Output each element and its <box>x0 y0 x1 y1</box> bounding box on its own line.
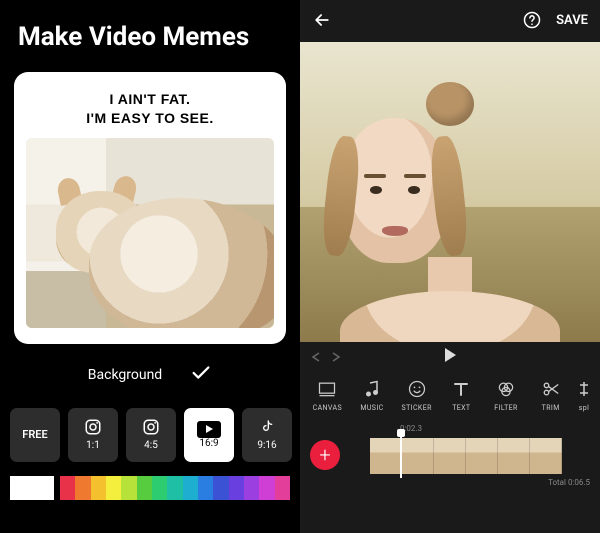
color-swatch[interactable] <box>183 476 198 500</box>
clip-thumbnail[interactable] <box>434 438 466 474</box>
save-button[interactable]: SAVE <box>556 13 588 28</box>
sticker-icon <box>407 379 427 399</box>
canvas-icon <box>317 380 337 398</box>
meme-maker-panel: Make Video Memes I AIN'T FAT. I'M EASY T… <box>0 0 300 533</box>
color-swatch-white[interactable] <box>10 476 54 500</box>
time-total: Total 0:06.5 <box>548 478 590 487</box>
color-swatch[interactable] <box>259 476 274 500</box>
timeline[interactable]: 0:02.3 + Total 0:06.5 <box>300 426 600 490</box>
color-swatch[interactable] <box>75 476 90 500</box>
youtube-icon <box>197 421 221 438</box>
meme-caption: I AIN'T FAT. I'M EASY TO SEE. <box>26 84 274 138</box>
undo-button[interactable] <box>310 348 324 367</box>
redo-button[interactable] <box>328 348 342 367</box>
color-swatch[interactable] <box>60 476 75 500</box>
back-button[interactable] <box>312 10 332 30</box>
video-editor-panel: SAVE CANVAS MUSIC <box>300 0 600 533</box>
instagram-icon <box>84 418 102 436</box>
play-icon <box>443 347 457 363</box>
color-picker-strip[interactable] <box>10 476 290 500</box>
meme-caption-line: I AIN'T FAT. <box>26 90 274 109</box>
meme-image <box>26 138 274 328</box>
help-icon <box>522 10 542 30</box>
music-icon <box>364 380 380 398</box>
ratio-tiktok-9-16[interactable]: 9:16 <box>242 408 292 462</box>
play-button[interactable] <box>342 347 558 367</box>
background-label: Background <box>88 367 162 383</box>
color-swatch[interactable] <box>198 476 213 500</box>
filter-icon <box>496 380 516 398</box>
tool-row: CANVAS MUSIC STICKER TEXT FILTER TRIM sp… <box>300 372 600 426</box>
clip-thumbnails[interactable] <box>370 438 562 474</box>
ratio-free[interactable]: FREE <box>10 408 60 462</box>
top-bar: SAVE <box>300 0 600 40</box>
tool-music[interactable]: MUSIC <box>351 378 394 412</box>
tool-text[interactable]: TEXT <box>440 378 483 412</box>
color-swatch[interactable] <box>152 476 167 500</box>
text-icon <box>452 380 470 398</box>
check-icon <box>190 362 212 384</box>
playback-row <box>300 342 600 372</box>
clip-thumbnail[interactable] <box>370 438 402 474</box>
color-swatch[interactable] <box>167 476 182 500</box>
scissors-icon <box>542 380 560 398</box>
clip-thumbnail[interactable] <box>498 438 530 474</box>
confirm-button[interactable] <box>190 362 212 388</box>
video-preview[interactable] <box>300 42 600 342</box>
color-swatch[interactable] <box>229 476 244 500</box>
tiktok-icon <box>259 418 275 436</box>
clip-thumbnail[interactable] <box>466 438 498 474</box>
clip-thumbnail[interactable] <box>530 438 562 474</box>
split-icon <box>578 380 590 398</box>
meme-preview-card[interactable]: I AIN'T FAT. I'M EASY TO SEE. <box>14 72 286 344</box>
background-row: Background <box>0 344 300 402</box>
meme-caption-line: I'M EASY TO SEE. <box>26 109 274 128</box>
color-swatch[interactable] <box>91 476 106 500</box>
tool-sticker[interactable]: STICKER <box>395 378 438 412</box>
color-swatch[interactable] <box>137 476 152 500</box>
tool-split[interactable]: spl <box>574 378 594 412</box>
clip-thumbnail[interactable] <box>402 438 434 474</box>
playhead[interactable] <box>400 432 402 478</box>
tool-filter[interactable]: FILTER <box>485 378 528 412</box>
color-swatch[interactable] <box>106 476 121 500</box>
ratio-instagram-4-5[interactable]: 4:5 <box>126 408 176 462</box>
tool-canvas[interactable]: CANVAS <box>306 378 349 412</box>
ratio-instagram-1-1[interactable]: 1:1 <box>68 408 118 462</box>
instagram-icon <box>142 418 160 436</box>
arrow-left-icon <box>312 10 332 30</box>
color-swatch[interactable] <box>121 476 136 500</box>
add-clip-button[interactable]: + <box>310 440 340 470</box>
color-swatch[interactable] <box>275 476 290 500</box>
page-title: Make Video Memes <box>0 0 300 52</box>
help-button[interactable] <box>522 10 542 30</box>
color-swatch[interactable] <box>244 476 259 500</box>
aspect-ratio-strip[interactable]: FREE 1:1 4:5 16:9 9:16 3:4 <box>0 402 300 462</box>
plus-icon: + <box>319 443 330 467</box>
color-swatch[interactable] <box>213 476 228 500</box>
ratio-youtube-16-9[interactable]: 16:9 <box>184 408 234 462</box>
tool-trim[interactable]: TRIM <box>529 378 572 412</box>
